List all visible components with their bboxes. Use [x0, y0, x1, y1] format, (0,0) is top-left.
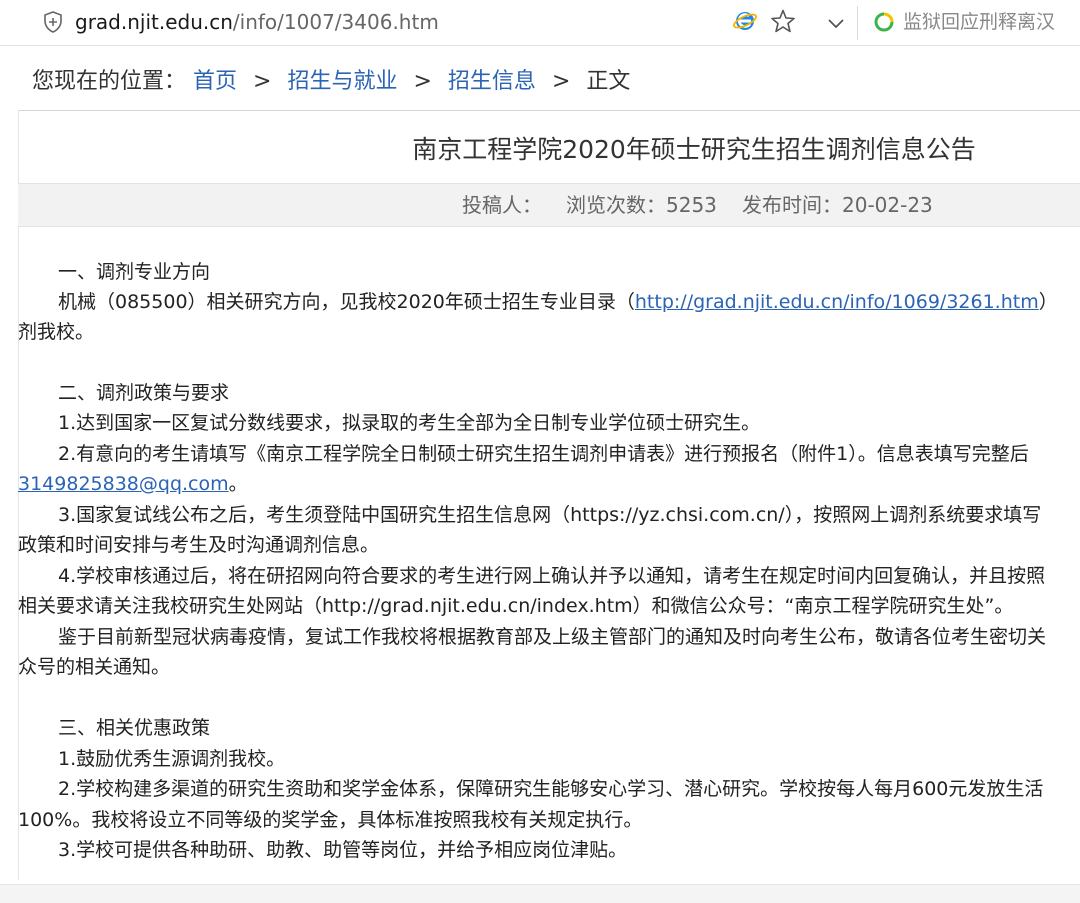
meta-views: 浏览次数：5253	[566, 193, 717, 217]
article-top-border	[18, 110, 1080, 111]
favorite-star-icon[interactable]	[770, 8, 796, 34]
chevron-down-icon[interactable]	[826, 13, 846, 33]
catalog-link[interactable]: http://grad.njit.edu.cn/info/1069/3261.h…	[635, 291, 1039, 313]
section-2-item-2-line-2: 3149825838@qq.com。	[18, 469, 248, 499]
breadcrumb-separator: >	[413, 69, 432, 94]
section-2-item-2: 2.有意向的考生请填写《南京工程学院全日制硕士研究生招生调剂申请表》进行预报名（…	[58, 443, 1029, 465]
article-title: 南京工程学院2020年硕士研究生招生调剂信息公告	[412, 135, 976, 164]
section-1-heading: 一、调剂专业方向	[58, 261, 211, 283]
section-2-item-3: 3.国家复试线公布之后，考生须登陆中国研究生招生信息网（https://yz.c…	[58, 504, 1042, 526]
section-2-item-3-line-2: 政策和时间安排与考生及时沟通调剂信息。	[18, 534, 380, 556]
breadcrumb-home[interactable]: 首页	[193, 69, 237, 94]
breadcrumb: 您现在的位置： 首页 > 招生与就业 > 招生信息 > 正文	[32, 66, 630, 98]
page-bottom-strip	[0, 884, 1080, 903]
ie-compat-icon[interactable]	[733, 9, 757, 33]
section-2-item-1: 1.达到国家一区复试分数线要求，拟录取的考生全部为全日制专业学位硕士研究生。	[58, 412, 761, 434]
url-path: /info/1007/3406.htm	[232, 10, 439, 34]
section-3-item-2: 2.学校构建多渠道的研究生资助和奖学金体系，保障研究生能够安心学习、潜心研究。学…	[58, 778, 1044, 800]
text-span: 机械（085500）相关研究方向，见我校2020年硕士招生专业目录（	[58, 291, 635, 313]
section-2-item-4-line-2: 相关要求请关注我校研究生处网站（http://grad.njit.edu.cn/…	[18, 595, 1014, 617]
text-span: ）	[1038, 291, 1058, 313]
shield-plus-icon[interactable]	[43, 11, 63, 33]
url-text[interactable]: grad.njit.edu.cn/info/1007/3406.htm	[75, 9, 439, 35]
section-3-item-1: 1.鼓励优秀生源调剂我校。	[58, 748, 286, 770]
search-engine-icon[interactable]	[873, 11, 895, 33]
text-span: 。	[228, 473, 248, 495]
hot-search-text[interactable]: 监狱回应刑释离汉	[903, 9, 1055, 35]
breadcrumb-admissions-employment[interactable]: 招生与就业	[287, 69, 397, 94]
section-3-heading: 三、相关优惠政策	[58, 717, 211, 739]
breadcrumb-current: 正文	[586, 69, 631, 94]
meta-author: 投稿人：	[462, 193, 542, 217]
breadcrumb-prefix: 您现在的位置：	[32, 69, 187, 94]
section-2-heading: 二、调剂政策与要求	[58, 382, 230, 404]
email-link[interactable]: 3149825838@qq.com	[18, 473, 229, 495]
breadcrumb-separator: >	[253, 69, 272, 94]
breadcrumb-separator: >	[551, 69, 571, 94]
toolbar-divider	[857, 6, 858, 40]
section-3-item-2-line-2: 100%。我校将设立不同等级的奖学金，具体标准按照我校有关规定执行。	[18, 809, 643, 831]
meta-date: 发布时间：20-02-23	[742, 193, 933, 217]
breadcrumb-admissions-info[interactable]: 招生信息	[448, 69, 536, 94]
section-2-item-5: 鉴于目前新型冠状病毒疫情，复试工作我校将根据教育部及上级主管部门的通知及时向考生…	[58, 626, 1047, 648]
section-3-item-3: 3.学校可提供各种助研、助教、助管等岗位，并给予相应岗位津贴。	[58, 839, 628, 861]
section-1-line-2: 剂我校。	[18, 321, 95, 343]
section-2-item-5-line-2: 众号的相关通知。	[18, 656, 171, 678]
url-host: grad.njit.edu.cn	[75, 10, 233, 34]
section-1-line-1: 机械（085500）相关研究方向，见我校2020年硕士招生专业目录（http:/…	[58, 287, 1058, 317]
section-2-item-4: 4.学校审核通过后，将在研招网向符合要求的考生进行网上确认并予以通知，请考生在规…	[58, 565, 1046, 587]
address-bar[interactable]: grad.njit.edu.cn/info/1007/3406.htm 监狱回应…	[0, 0, 1080, 46]
